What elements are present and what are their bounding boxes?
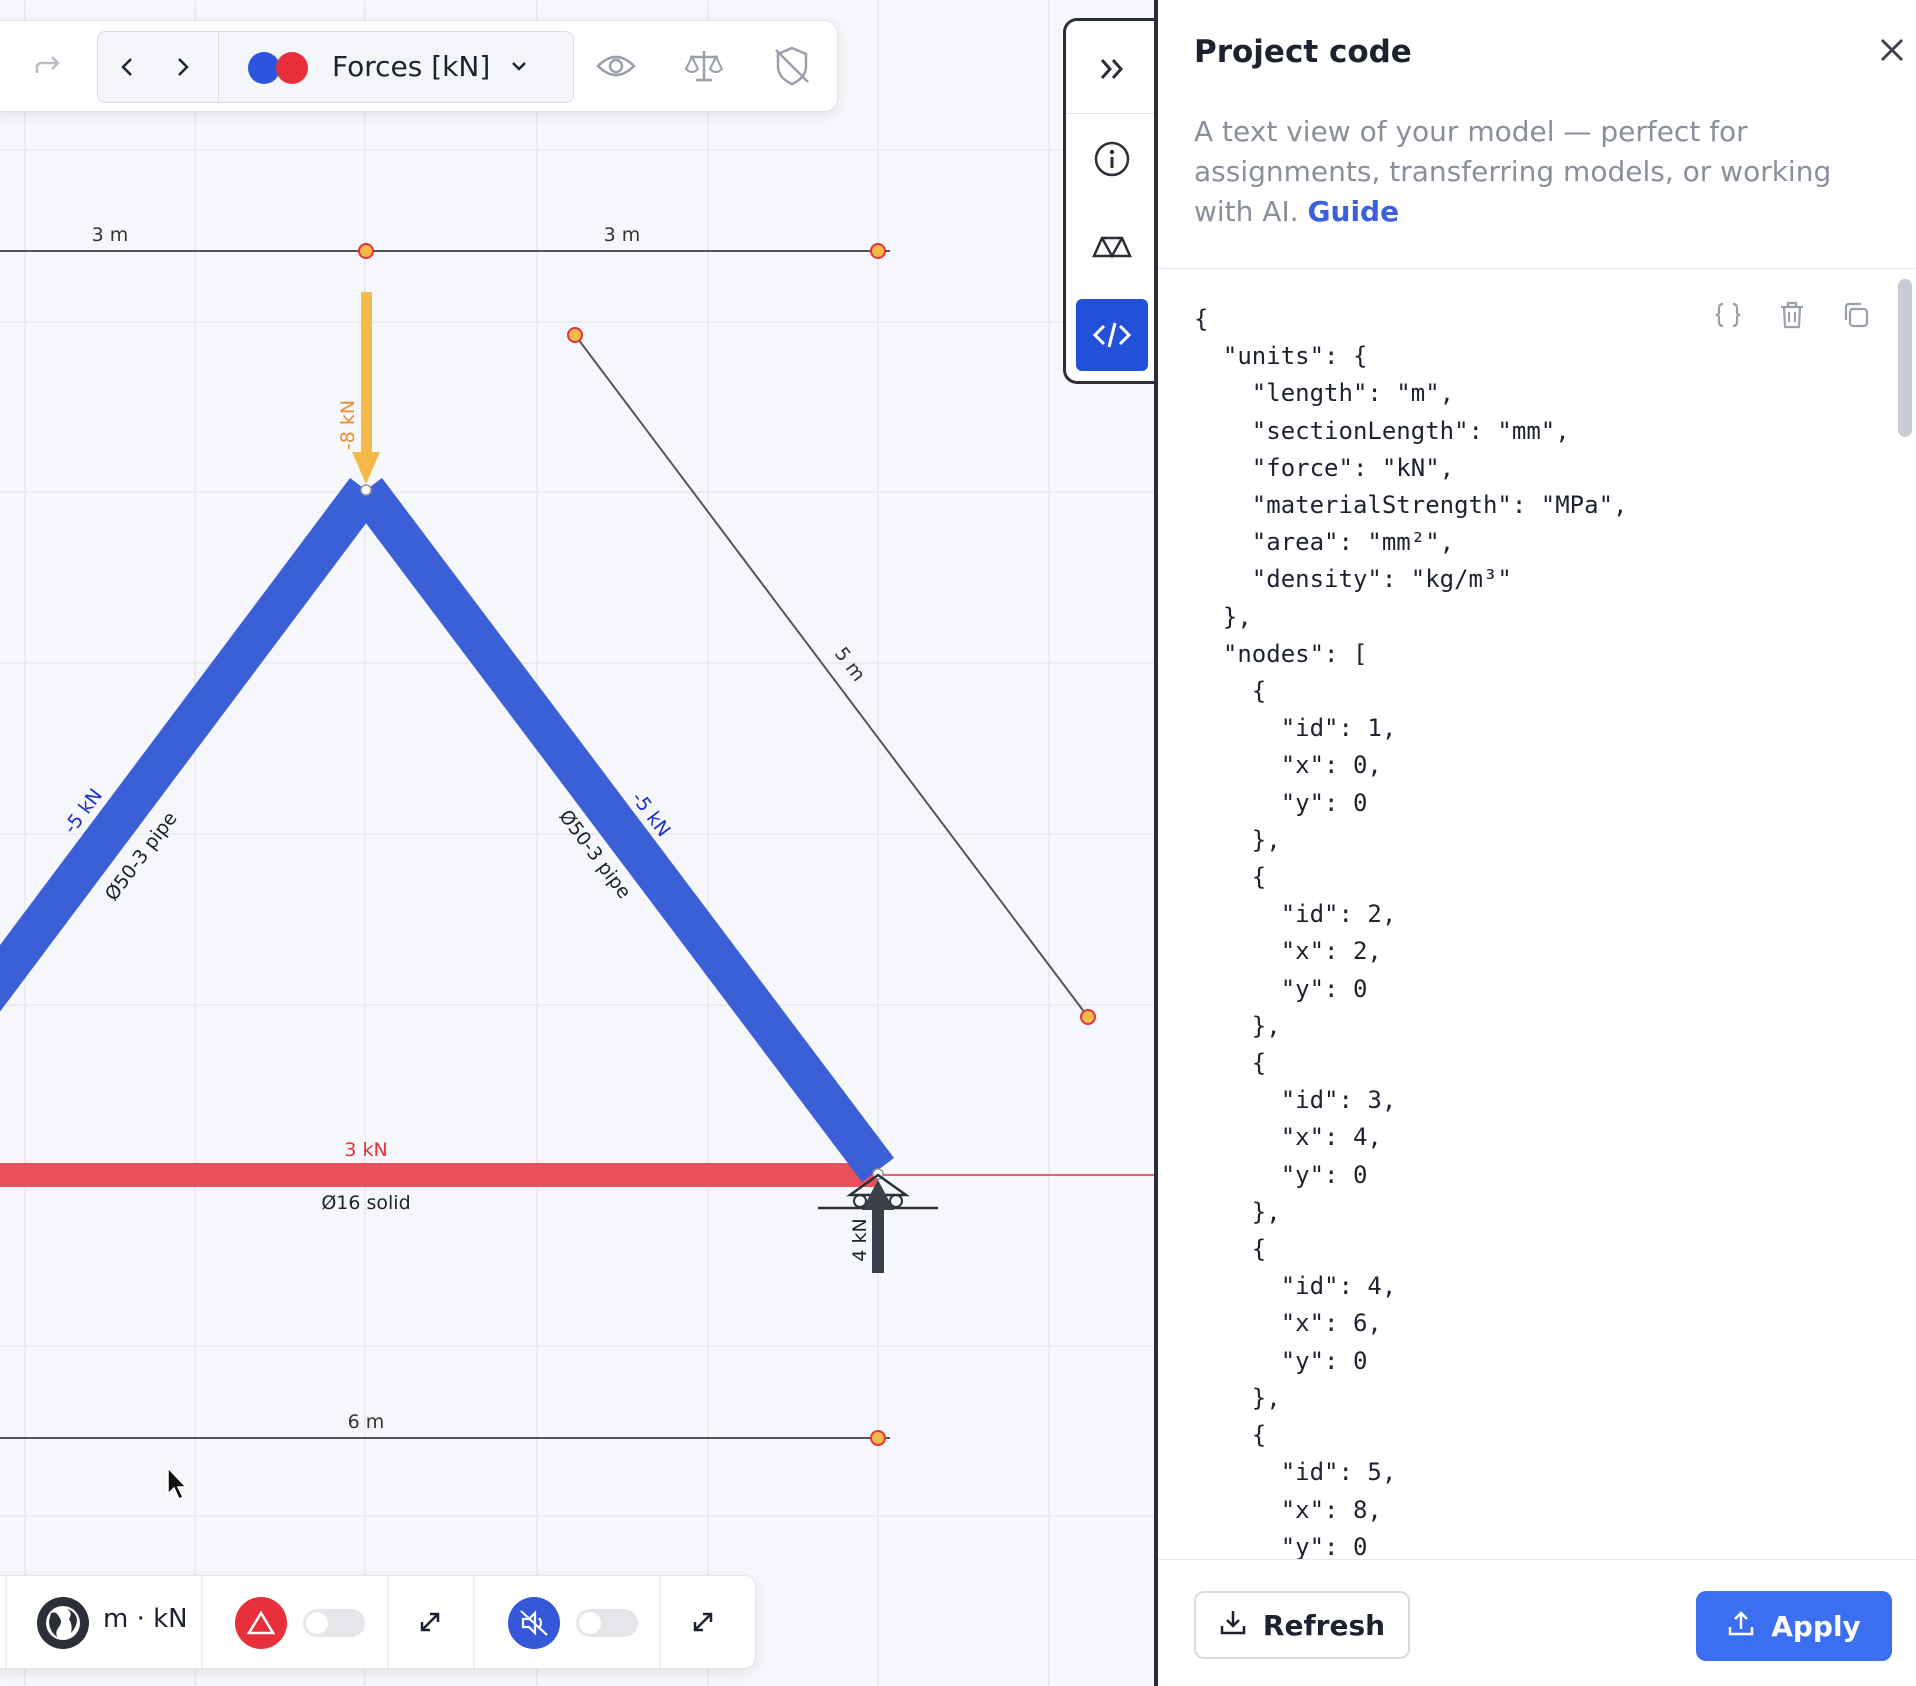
refresh-button[interactable]: Refresh <box>1194 1591 1410 1659</box>
structure-canvas[interactable]: 3 m 3 m 5 m 6 m 3 kN Ø16 solid -5 kN Ø50… <box>0 0 1154 1686</box>
next-result-button[interactable] <box>158 40 208 94</box>
info-icon[interactable] <box>1076 123 1148 195</box>
trash-icon[interactable] <box>1772 295 1812 335</box>
dimension-label: 3 m <box>604 224 641 246</box>
dimension-node-marker[interactable] <box>567 327 583 343</box>
eye-icon[interactable] <box>589 39 643 93</box>
braces-icon[interactable] <box>1708 295 1748 335</box>
sound-toggle[interactable] <box>576 1609 638 1637</box>
dimension-node-marker[interactable] <box>870 1430 886 1446</box>
mouse-cursor-icon <box>166 1466 190 1506</box>
apply-button[interactable]: Apply <box>1696 1591 1892 1661</box>
apply-label: Apply <box>1771 1609 1861 1643</box>
scale-icon[interactable] <box>677 39 731 93</box>
divider <box>201 1576 203 1668</box>
side-rail <box>1063 18 1154 384</box>
project-code-panel: Project code A text view of your model —… <box>1154 0 1916 1686</box>
bottom-toolbar: m · kN <box>0 1575 756 1669</box>
panel-description: A text view of your model — perfect for … <box>1194 112 1884 232</box>
member-right[interactable] <box>350 477 894 1183</box>
units-selector[interactable]: m · kN <box>103 1604 188 1634</box>
shield-off-icon[interactable] <box>765 39 819 93</box>
expand-icon[interactable] <box>679 1598 727 1646</box>
toggle-knob <box>579 1612 601 1634</box>
code-editor[interactable]: { "units": { "length": "m", "sectionLeng… <box>1158 268 1916 1560</box>
toggle-knob <box>306 1612 328 1634</box>
chevron-down-icon[interactable] <box>510 50 528 78</box>
previous-result-button[interactable] <box>102 40 152 94</box>
divider <box>5 1576 7 1668</box>
dimension-node-marker[interactable] <box>1080 1009 1096 1025</box>
dimension-label: 6 m <box>348 1411 385 1433</box>
member-force-label: 3 kN <box>344 1139 387 1161</box>
point-load-arrow[interactable] <box>352 292 380 484</box>
member-bottom[interactable] <box>0 1163 878 1187</box>
divider <box>387 1576 389 1668</box>
mute-icon[interactable] <box>508 1597 560 1649</box>
top-toolbar: Forces [kN] <box>0 20 838 112</box>
divider <box>1066 113 1154 114</box>
panel-title: Project code <box>1194 34 1412 70</box>
warnings-toggle[interactable] <box>303 1609 365 1637</box>
guide-link[interactable]: Guide <box>1308 195 1400 228</box>
code-scrollbar[interactable] <box>1898 279 1912 1549</box>
load-label: -8 kN <box>337 400 359 450</box>
refresh-label: Refresh <box>1262 1608 1386 1642</box>
globe-icon[interactable] <box>37 1597 89 1649</box>
divider <box>659 1576 661 1668</box>
member-left[interactable] <box>0 478 383 1012</box>
divider <box>473 1576 475 1668</box>
canvas-drawing[interactable]: 3 m 3 m 5 m 6 m 3 kN Ø16 solid -5 kN Ø50… <box>0 0 1154 1686</box>
copy-icon[interactable] <box>1836 295 1876 335</box>
close-icon[interactable] <box>1872 30 1912 70</box>
dimension-label: 3 m <box>92 224 129 246</box>
shape-icon[interactable] <box>1076 211 1148 283</box>
dimension-line-diagonal <box>574 334 1089 1018</box>
result-navigator: Forces [kN] <box>97 31 574 103</box>
expand-icon[interactable] <box>406 1598 454 1646</box>
dimension-node-marker[interactable] <box>358 243 374 259</box>
member-section-label: Ø16 solid <box>321 1192 410 1214</box>
tension-color-dot <box>276 52 308 84</box>
redo-icon[interactable] <box>21 39 75 93</box>
structure-node[interactable] <box>360 484 372 496</box>
code-text[interactable]: { "units": { "length": "m", "sectionLeng… <box>1194 301 1627 1559</box>
code-icon[interactable] <box>1076 299 1148 371</box>
dimension-node-marker[interactable] <box>870 243 886 259</box>
warning-icon[interactable] <box>235 1597 287 1649</box>
description-text: A text view of your model — perfect for … <box>1194 115 1832 228</box>
divider <box>218 32 219 102</box>
upload-icon <box>1727 1609 1755 1644</box>
result-color-legend-icon <box>248 52 318 84</box>
download-icon <box>1219 1608 1247 1643</box>
result-type-select[interactable]: Forces [kN] <box>332 50 490 83</box>
dimension-label: 5 m <box>830 643 870 686</box>
collapse-icon[interactable] <box>1076 33 1148 105</box>
scroll-thumb[interactable] <box>1898 279 1912 437</box>
reaction-label: 4 kN <box>849 1218 871 1261</box>
